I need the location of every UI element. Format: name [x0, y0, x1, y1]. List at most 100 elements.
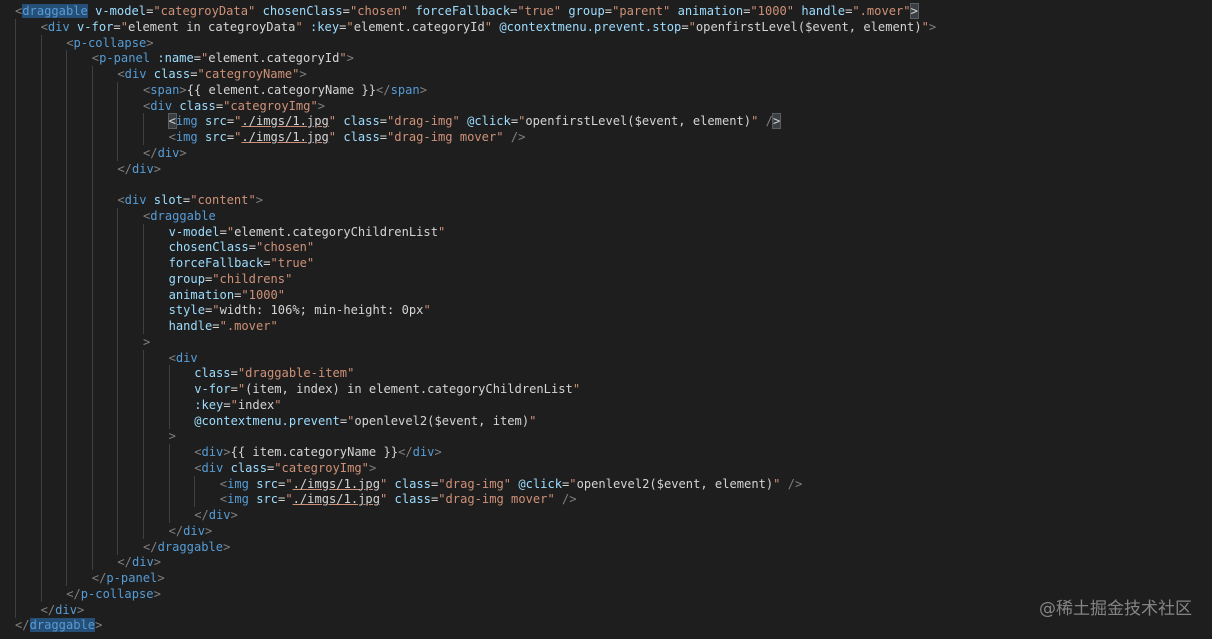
code-token: element in categroyData	[127, 19, 296, 34]
code-token: "parent"	[612, 4, 671, 18]
code-token: class	[343, 130, 380, 144]
indent-guide	[91, 192, 93, 208]
indent-guide	[91, 554, 93, 571]
code-token: draggable	[150, 208, 216, 223]
code-token: =	[193, 51, 202, 66]
indent-guide	[40, 349, 42, 366]
code-text: <div slot="content">	[117, 192, 263, 208]
code-token: "true"	[517, 4, 562, 18]
code-token: img	[227, 476, 249, 491]
watermark: @稀土掘金技术社区	[1039, 599, 1192, 619]
code-text: :key="index"	[194, 397, 281, 413]
code-token: ./imgs/1.jpg	[292, 476, 380, 491]
indent-guide	[15, 239, 16, 256]
indent-guide	[117, 318, 119, 334]
indent-guide	[117, 444, 119, 460]
indent-guide	[143, 428, 144, 445]
indent-guide	[15, 302, 16, 319]
code-text: chosenClass="chosen"	[169, 239, 315, 255]
indent-guide	[66, 570, 68, 586]
code-token: "chosen"	[349, 4, 409, 18]
indent-guide	[15, 144, 16, 161]
code-token: </	[168, 523, 184, 538]
code-line: <div class="categroyImg">	[0, 459, 1212, 476]
code-token: "	[688, 19, 696, 34]
code-token: <	[167, 113, 177, 130]
code-token: "categroyData"	[153, 4, 256, 18]
code-token: <	[168, 130, 176, 144]
code-token: "	[120, 19, 128, 34]
code-token: {{ element.categoryName }}	[186, 82, 376, 97]
indent-guide	[168, 381, 170, 397]
code-token: =	[113, 19, 121, 34]
code-text: <span>{{ element.categoryName }}</span>	[143, 82, 427, 98]
indent-guide	[15, 160, 16, 177]
indent-guide	[66, 507, 68, 523]
indent-guide	[40, 554, 42, 571]
code-token: div	[201, 445, 224, 459]
indent-guide	[91, 270, 93, 287]
code-token: </	[117, 161, 132, 176]
indent-guide	[66, 223, 68, 240]
code-text: <div class="categroyImg">	[143, 98, 325, 114]
indent-guide	[168, 396, 170, 413]
code-token: div	[175, 350, 198, 365]
code-token: group	[568, 4, 605, 18]
indent-guide	[66, 459, 68, 476]
code-token: (item, index) in element.categoryChildre…	[245, 382, 573, 396]
indent-guide	[168, 475, 170, 492]
code-token: =	[215, 98, 224, 113]
code-token: span	[150, 82, 180, 97]
code-token: class	[194, 366, 231, 381]
code-token: openfirstLevel($event, element)	[525, 114, 752, 129]
code-token: ".mover"	[219, 319, 278, 333]
code-token: src	[205, 114, 227, 129]
indent-guide	[117, 239, 119, 256]
code-line: v-model="element.categoryChildrenList"	[0, 223, 1212, 240]
code-token: div	[412, 445, 435, 459]
code-token: <	[117, 193, 125, 207]
code-token: div	[183, 523, 205, 538]
indent-guide	[15, 459, 16, 476]
indent-guide	[15, 349, 16, 366]
indent-guide	[117, 286, 119, 303]
code-token: draggable	[157, 539, 224, 554]
indent-guide	[15, 81, 16, 98]
indent-guide	[66, 318, 68, 334]
code-line: >	[0, 428, 1212, 445]
code-token: "	[572, 382, 581, 396]
code-token: div	[124, 67, 147, 81]
indent-guide	[117, 302, 119, 319]
indent-guide	[91, 396, 93, 413]
code-token: src	[205, 130, 227, 144]
code-token: "chosen"	[255, 240, 315, 255]
indent-guide	[66, 365, 68, 382]
indent-guide	[15, 554, 16, 571]
indent-guide	[15, 396, 16, 413]
code-token: "	[274, 397, 282, 412]
code-token: </	[66, 586, 81, 601]
code-token: img	[175, 114, 198, 129]
code-token: >	[368, 460, 377, 475]
code-line: <draggable v-model="categroyData" chosen…	[0, 3, 1212, 19]
code-editor[interactable]: <draggable v-model="categroyData" chosen…	[0, 0, 1212, 639]
indent-guide	[143, 349, 144, 366]
indent-guide	[117, 507, 119, 523]
code-line: <div	[0, 349, 1212, 366]
indent-guide	[40, 50, 42, 67]
code-line: <draggable	[0, 207, 1212, 224]
code-text: v-model="element.categoryChildrenList"	[169, 224, 446, 240]
indent-guide	[143, 381, 144, 397]
indent-guide	[117, 396, 119, 413]
indent-guide	[15, 50, 16, 67]
code-token: p-collapse	[73, 35, 147, 50]
indent-guide	[168, 459, 170, 476]
code-token: >	[419, 82, 427, 97]
indent-guide	[91, 286, 93, 303]
